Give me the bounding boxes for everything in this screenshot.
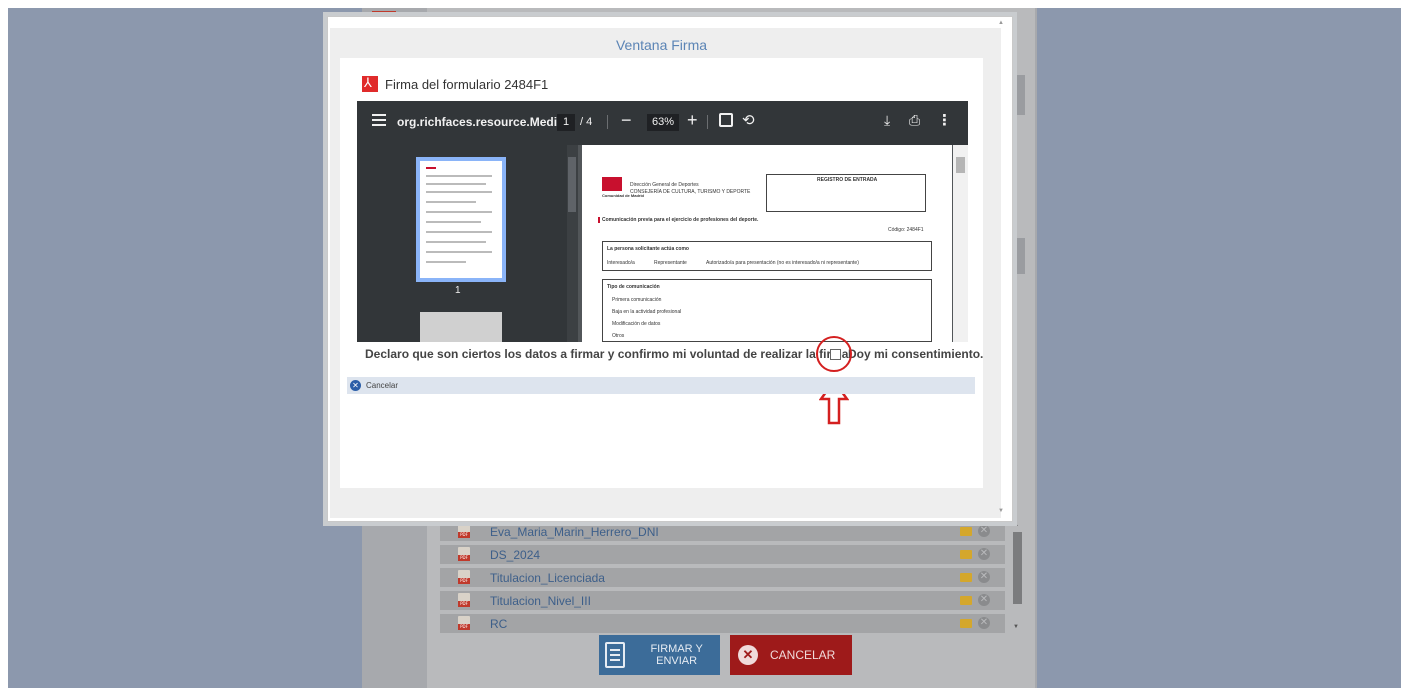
remove-icon[interactable]: ✕ [978,617,990,629]
section-1-option: Interesado/a [607,260,635,266]
folder-icon[interactable] [960,619,972,628]
section-1-option: Autorizado/a para presentación (no es in… [706,260,859,266]
print-icon[interactable]: ⎙ [909,112,920,129]
pdf-icon [362,76,378,92]
thumbnail-page-number: 1 [455,285,461,296]
declaration-text: Declaro que son ciertos los datos a firm… [365,347,852,361]
attachment-row[interactable]: RC ✕ [440,614,1005,633]
document-scrollbar[interactable] [953,145,968,342]
page-total: / 4 [580,116,593,128]
comunidad-madrid-logo [602,177,622,191]
pdf-file-icon [458,524,470,538]
firmar-label: FIRMAR Y ENVIAR [650,643,703,667]
remove-icon[interactable]: ✕ [978,594,990,606]
toolbar-divider [707,115,708,129]
section-2-option: Primera comunicación [612,297,662,303]
folder-icon[interactable] [960,573,972,582]
remove-icon[interactable]: ✕ [978,525,990,537]
download-icon[interactable]: ⤓ [884,112,890,129]
modal-frame-bottom [330,488,1001,518]
document-sign-icon [605,642,626,668]
attachment-name[interactable]: Titulacion_Nivel_III [490,594,591,608]
background-scroll-thumb [1013,238,1025,274]
org-line-1: Dirección General de Deportes [630,182,699,188]
more-options-icon[interactable]: ⋮ [937,111,952,129]
consent-label[interactable]: Doy mi consentimiento. [848,347,983,361]
zoom-out-icon[interactable]: − [621,110,632,131]
attachment-name[interactable]: Eva_Maria_Marin_Herrero_DNI [490,525,659,539]
highlight-circle [816,336,852,372]
form-title: Firma del formulario 2484F1 [385,77,549,92]
page-number-input[interactable]: 1 [557,114,575,131]
modal-frame-left [330,28,340,488]
remove-icon[interactable]: ✕ [978,548,990,560]
toolbar-divider [607,115,608,129]
form-heading: Comunicación previa para el ejercicio de… [598,217,758,223]
section-2-option: Modificación de datos [612,321,661,327]
modal-frame-right [983,28,1001,488]
org-line-2: CONSEJERÍA DE CULTURA, TURISMO Y DEPORTE [630,189,751,195]
fit-page-icon[interactable] [719,113,733,127]
modal-scroll-down-icon[interactable]: ▼ [998,508,1004,514]
attachments-list: Eva_Maria_Marin_Herrero_DNI ✕ DS_2024 ✕ … [440,522,1005,637]
attachment-row[interactable]: Titulacion_Nivel_III ✕ [440,591,1005,610]
menu-icon[interactable] [372,114,386,126]
cancel-bar[interactable]: ✕ Cancelar [347,377,975,394]
modal-title: Ventana Firma [340,28,983,58]
pdf-filename: org.richfaces.resource.Medi... [397,115,568,129]
pdf-file-icon [458,616,470,630]
modal-scroll-up-icon[interactable]: ▲ [998,20,1004,26]
attachment-row[interactable]: Titulacion_Licenciada ✕ [440,568,1005,587]
folder-icon[interactable] [960,550,972,559]
attachment-row[interactable]: DS_2024 ✕ [440,545,1005,564]
attachment-name[interactable]: DS_2024 [490,548,540,562]
attachment-row[interactable]: Eva_Maria_Marin_Herrero_DNI ✕ [440,522,1005,541]
folder-icon[interactable] [960,596,972,605]
section-2-option: Otros [612,333,625,339]
remove-icon[interactable]: ✕ [978,571,990,583]
scroll-up-icon[interactable]: ▲ [1013,522,1019,528]
rotate-icon[interactable]: ⟲ [742,111,755,129]
attachment-name[interactable]: Titulacion_Licenciada [490,571,605,585]
scroll-thumb[interactable] [1013,532,1022,604]
attachments-scrollbar[interactable]: ▲ ▼ [1012,522,1023,630]
document-page: Comunidad de Madrid Dirección General de… [582,145,952,342]
cancelar-label: CANCELAR [770,648,836,662]
section-2-option: Baja en la actividad profesional [612,309,682,315]
close-circle-icon[interactable]: ✕ [350,380,361,391]
zoom-in-icon[interactable]: + [687,110,698,131]
scroll-down-icon[interactable]: ▼ [1013,624,1019,630]
cancelar-button[interactable]: ✕ CANCELAR [730,635,852,675]
page-thumbnail[interactable] [416,157,506,282]
firmar-y-enviar-button[interactable]: FIRMAR Y ENVIAR [599,635,720,675]
registro-label: REGISTRO DE ENTRADA [817,177,878,183]
page-thumbnail[interactable] [420,312,502,342]
cancel-link[interactable]: Cancelar [366,381,398,390]
attachment-name[interactable]: RC [490,617,507,631]
thumbnail-scrollbar[interactable] [567,145,578,342]
section-2-title: Tipo de comunicación [607,284,660,290]
section-1-option: Representante [654,260,687,266]
section-1-title: La persona solicitante actúa como [607,246,689,252]
folder-icon[interactable] [960,527,972,536]
background-scroll-thumb [1013,75,1025,115]
pdf-file-icon [458,570,470,584]
form-code: Código: 2484F1 [888,227,924,233]
pdf-file-icon [458,593,470,607]
pdf-file-icon [458,547,470,561]
close-circle-icon: ✕ [738,645,758,665]
pdf-toolbar: org.richfaces.resource.Medi... 1 / 4 − 6… [357,101,968,145]
zoom-input[interactable]: 63% [647,114,679,131]
red-tab-marker [372,11,396,15]
